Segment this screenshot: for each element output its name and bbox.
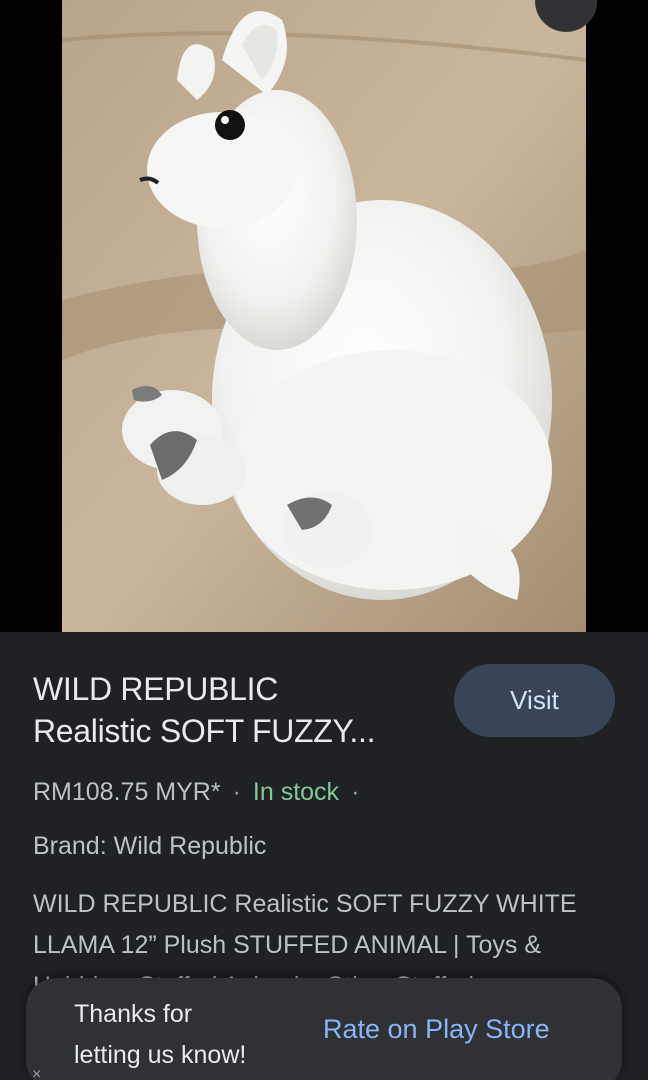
brand-label: Brand: Wild Republic: [33, 832, 267, 860]
snackbar-message-line-1: Thanks for: [74, 1000, 193, 1028]
product-image[interactable]: [62, 0, 586, 632]
snackbar-message: Thanks for letting us know!: [74, 994, 304, 1076]
image-viewer: [0, 0, 648, 632]
price: RM108.75 MYR*: [33, 778, 221, 806]
product-title[interactable]: WILD REPUBLIC Realistic SOFT FUZZY...: [33, 668, 433, 752]
visit-button[interactable]: Visit: [454, 664, 615, 737]
price-stock-row: RM108.75 MYR* · In stock ·: [33, 778, 371, 807]
screen: WILD REPUBLIC Realistic SOFT FUZZY... Vi…: [0, 0, 648, 1080]
feedback-snackbar: Thanks for letting us know! Rate on Play…: [26, 978, 622, 1080]
rate-on-play-store-button[interactable]: Rate on Play Store: [323, 1014, 550, 1045]
stock-status: In stock: [252, 778, 340, 806]
snackbar-message-line-2: letting us know!: [74, 1041, 247, 1069]
separator-dot-2: ·: [351, 778, 360, 806]
close-icon[interactable]: ×: [32, 1066, 41, 1080]
title-line-1: WILD REPUBLIC: [33, 671, 279, 707]
title-line-2: Realistic SOFT FUZZY...: [33, 713, 376, 749]
separator-dot: ·: [232, 778, 241, 806]
llama-plush-photo: [62, 0, 586, 632]
